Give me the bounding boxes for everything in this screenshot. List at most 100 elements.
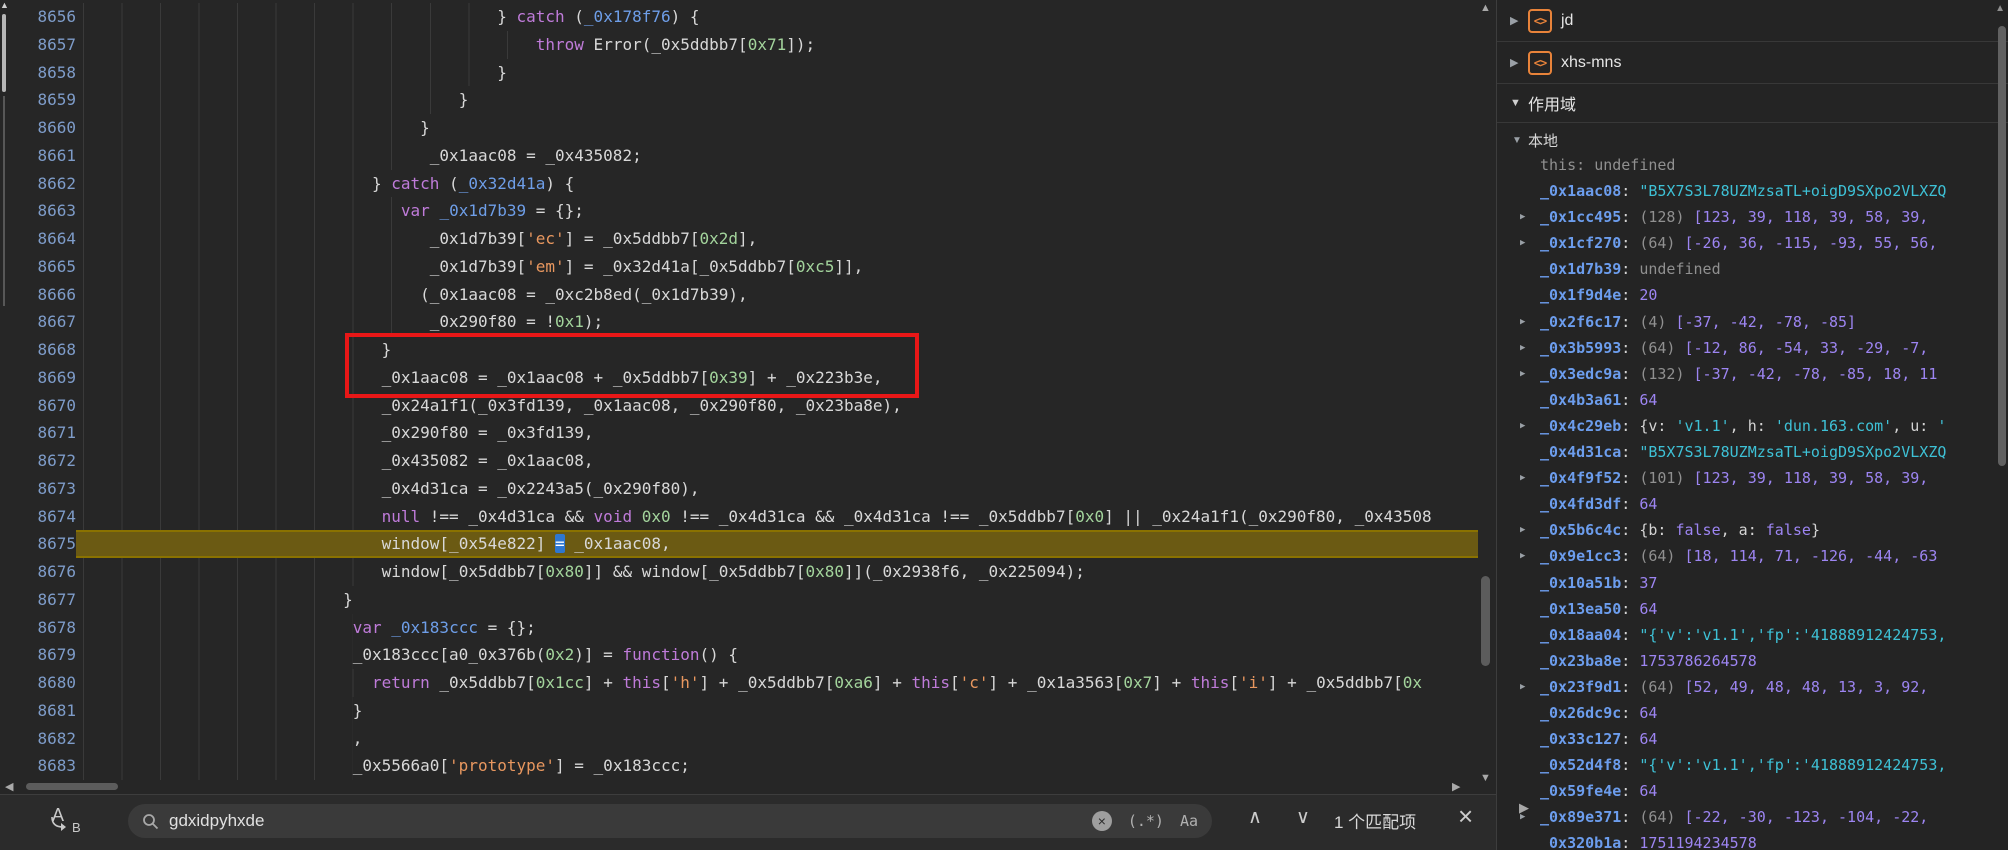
chevron-down-icon[interactable]: ▼ — [1512, 135, 1528, 146]
search-input[interactable]: gdxidpyhxde × (.*) Aa — [128, 804, 1212, 838]
code-line-8675[interactable]: 8675 window[_0x54e822] = _0x1aac08, — [0, 530, 1478, 558]
chevron-right-icon[interactable]: ▶ — [1520, 517, 1525, 543]
code-line-8673[interactable]: 8673 _0x4d31ca = _0x2243a5(_0x290f80), — [0, 475, 1478, 503]
line-number[interactable]: 8676 — [0, 558, 76, 586]
line-number[interactable]: 8662 — [0, 170, 76, 198]
code-line-8657[interactable]: 8657 throw Error(_0x5ddbb7[0x71]); — [0, 31, 1478, 59]
variable-row[interactable]: _0x52d4f8: "{'v':'v1.1','fp':'4188891242… — [1497, 752, 2008, 778]
line-number[interactable]: 8671 — [0, 419, 76, 447]
previous-match-button[interactable]: ∧ — [1248, 806, 1262, 829]
line-number[interactable]: 8675 — [0, 530, 76, 558]
left-scrollbar-thumb[interactable] — [2, 14, 6, 92]
code-line-8682[interactable]: 8682 , — [0, 725, 1478, 753]
code-line-8659[interactable]: 8659 } — [0, 86, 1478, 114]
horizontal-scrollbar-thumb[interactable] — [26, 783, 118, 790]
variable-row[interactable]: _0x59fe4e: 64 — [1497, 778, 2008, 804]
line-number[interactable]: 8664 — [0, 225, 76, 253]
chevron-right-icon[interactable]: ▶ — [1520, 230, 1525, 256]
variable-row[interactable]: ▶_0x1cc495: (128) [123, 39, 118, 39, 58,… — [1497, 204, 2008, 230]
sidebar-group-xhs-mns[interactable]: ▶ <> xhs-mns — [1497, 42, 2008, 84]
variable-row[interactable]: _0x33c127: 64 — [1497, 726, 2008, 752]
code-line-8656[interactable]: 8656 } catch (_0x178f76) { — [0, 3, 1478, 31]
variable-row[interactable]: ▶_0x5b6c4c: {b: false, a: false} — [1497, 517, 2008, 543]
line-number[interactable]: 8677 — [0, 586, 76, 614]
variable-row[interactable]: ▶_0x3b5993: (64) [-12, 86, -54, 33, -29,… — [1497, 335, 2008, 361]
scope-section-header[interactable]: ▼ 作用域 — [1497, 84, 2008, 123]
code-line-8663[interactable]: 8663 var _0x1d7b39 = {}; — [0, 197, 1478, 225]
scroll-down-icon[interactable]: ▼ — [1480, 772, 1491, 784]
line-number[interactable]: 8674 — [0, 503, 76, 531]
scroll-left-icon[interactable]: ◀ — [5, 780, 13, 793]
next-match-button[interactable]: ∨ — [1296, 806, 1310, 829]
line-number[interactable]: 8656 — [0, 3, 76, 31]
variable-row[interactable]: ▶_0x9e1cc3: (64) [18, 114, 71, -126, -44… — [1497, 543, 2008, 569]
variable-row[interactable]: _0x4b3a61: 64 — [1497, 387, 2008, 413]
vertical-scrollbar[interactable]: ▲ ▼ — [1478, 0, 1496, 794]
chevron-right-icon[interactable]: ▶ — [1520, 204, 1525, 230]
code-line-8676[interactable]: 8676 window[_0x5ddbb7[0x80]] && window[_… — [0, 558, 1478, 586]
panel-scrollbar-thumb[interactable] — [1998, 26, 2006, 466]
line-number[interactable]: 8670 — [0, 392, 76, 420]
code-line-8683[interactable]: 8683 _0x5566a0['prototype'] = _0x183ccc; — [0, 752, 1478, 780]
chevron-right-icon[interactable]: ▶ — [1520, 543, 1525, 569]
variable-row[interactable]: ▶_0x23f9d1: (64) [52, 49, 48, 48, 13, 3,… — [1497, 674, 2008, 700]
variable-row[interactable]: _0x1aac08: "B5X7S3L78UZMzsaTL+oigD9SXpo2… — [1497, 178, 2008, 204]
code-line-8677[interactable]: 8677 } — [0, 586, 1478, 614]
variable-row[interactable]: _0x320b1a: 1751194234578 — [1497, 830, 2008, 850]
code-line-8661[interactable]: 8661 _0x1aac08 = _0x435082; — [0, 142, 1478, 170]
variable-row[interactable]: _0x10a51b: 37 — [1497, 570, 2008, 596]
close-find-bar-button[interactable]: × — [1458, 801, 1473, 832]
variable-row[interactable]: ▶_0x4f9f52: (101) [123, 39, 118, 39, 58,… — [1497, 465, 2008, 491]
variable-row[interactable]: _0x26dc9c: 64 — [1497, 700, 2008, 726]
horizontal-scrollbar[interactable]: ◀ ▶ — [0, 779, 1478, 794]
line-number[interactable]: 8668 — [0, 336, 76, 364]
code-line-8667[interactable]: 8667 _0x290f80 = !0x1); — [0, 308, 1478, 336]
variable-row[interactable]: ▶_0x89e371: (64) [-22, -30, -123, -104, … — [1497, 804, 2008, 830]
code-line-8671[interactable]: 8671 _0x290f80 = _0x3fd139, — [0, 419, 1478, 447]
line-number[interactable]: 8665 — [0, 253, 76, 281]
line-number[interactable]: 8679 — [0, 641, 76, 669]
code-line-8658[interactable]: 8658 } — [0, 59, 1478, 87]
code-line-8681[interactable]: 8681 } — [0, 697, 1478, 725]
line-number[interactable]: 8682 — [0, 725, 76, 753]
line-number[interactable]: 8660 — [0, 114, 76, 142]
clear-search-button[interactable]: × — [1092, 811, 1112, 831]
scroll-up-icon[interactable]: ▲ — [1480, 2, 1491, 14]
chevron-right-icon[interactable]: ▶ — [1510, 14, 1528, 27]
line-number[interactable]: 8669 — [0, 364, 76, 392]
variable-row[interactable]: _0x1d7b39: undefined — [1497, 256, 2008, 282]
line-number[interactable]: 8680 — [0, 669, 76, 697]
line-number[interactable]: 8678 — [0, 614, 76, 642]
code-line-8680[interactable]: 8680 return _0x5ddbb7[0x1cc] + this['h']… — [0, 669, 1478, 697]
line-number[interactable]: 8666 — [0, 281, 76, 309]
left-scrollbar[interactable]: ▲ — [0, 0, 9, 790]
chevron-right-icon[interactable]: ▶ — [1520, 413, 1525, 439]
line-number[interactable]: 8667 — [0, 308, 76, 336]
scroll-up-icon[interactable]: ▲ — [0, 1, 9, 10]
code-line-8674[interactable]: 8674 null !== _0x4d31ca && void 0x0 !== … — [0, 503, 1478, 531]
chevron-right-icon[interactable]: ▶ — [1520, 335, 1525, 361]
variable-row[interactable]: _0x23ba8e: 1753786264578 — [1497, 648, 2008, 674]
code-line-8679[interactable]: 8679 _0x183ccc[a0_0x376b(0x2)] = functio… — [0, 641, 1478, 669]
variable-row[interactable]: _0x4fd3df: 64 — [1497, 491, 2008, 517]
variable-row[interactable]: _0x18aa04: "{'v':'v1.1','fp':'4188891242… — [1497, 622, 2008, 648]
code-line-8672[interactable]: 8672 _0x435082 = _0x1aac08, — [0, 447, 1478, 475]
code-line-8668[interactable]: 8668 } — [0, 336, 1478, 364]
replace-toggle-button[interactable]: A B — [46, 803, 90, 843]
variable-row[interactable]: ▶_0x2f6c17: (4) [-37, -42, -78, -85] — [1497, 309, 2008, 335]
code-line-8678[interactable]: 8678 var _0x183ccc = {}; — [0, 614, 1478, 642]
chevron-right-icon[interactable]: ▶ — [1510, 56, 1528, 69]
line-number[interactable]: 8657 — [0, 31, 76, 59]
line-number[interactable]: 8673 — [0, 475, 76, 503]
line-number[interactable]: 8672 — [0, 447, 76, 475]
code-line-8665[interactable]: 8665 _0x1d7b39['em'] = _0x32d41a[_0x5ddb… — [0, 253, 1478, 281]
variable-row[interactable]: ▶_0x4c29eb: {v: 'v1.1', h: 'dun.163.com'… — [1497, 413, 2008, 439]
line-number[interactable]: 8661 — [0, 142, 76, 170]
scroll-right-icon[interactable]: ▶ — [1452, 780, 1460, 793]
variable-row[interactable]: ▶_0x1cf270: (64) [-26, 36, -115, -93, 55… — [1497, 230, 2008, 256]
code-line-8660[interactable]: 8660 } — [0, 114, 1478, 142]
code-line-8666[interactable]: 8666 (_0x1aac08 = _0xc2b8ed(_0x1d7b39), — [0, 281, 1478, 309]
line-number[interactable]: 8659 — [0, 86, 76, 114]
variable-row[interactable]: _0x13ea50: 64 — [1497, 596, 2008, 622]
match-case-toggle-button[interactable]: Aa — [1180, 812, 1198, 830]
